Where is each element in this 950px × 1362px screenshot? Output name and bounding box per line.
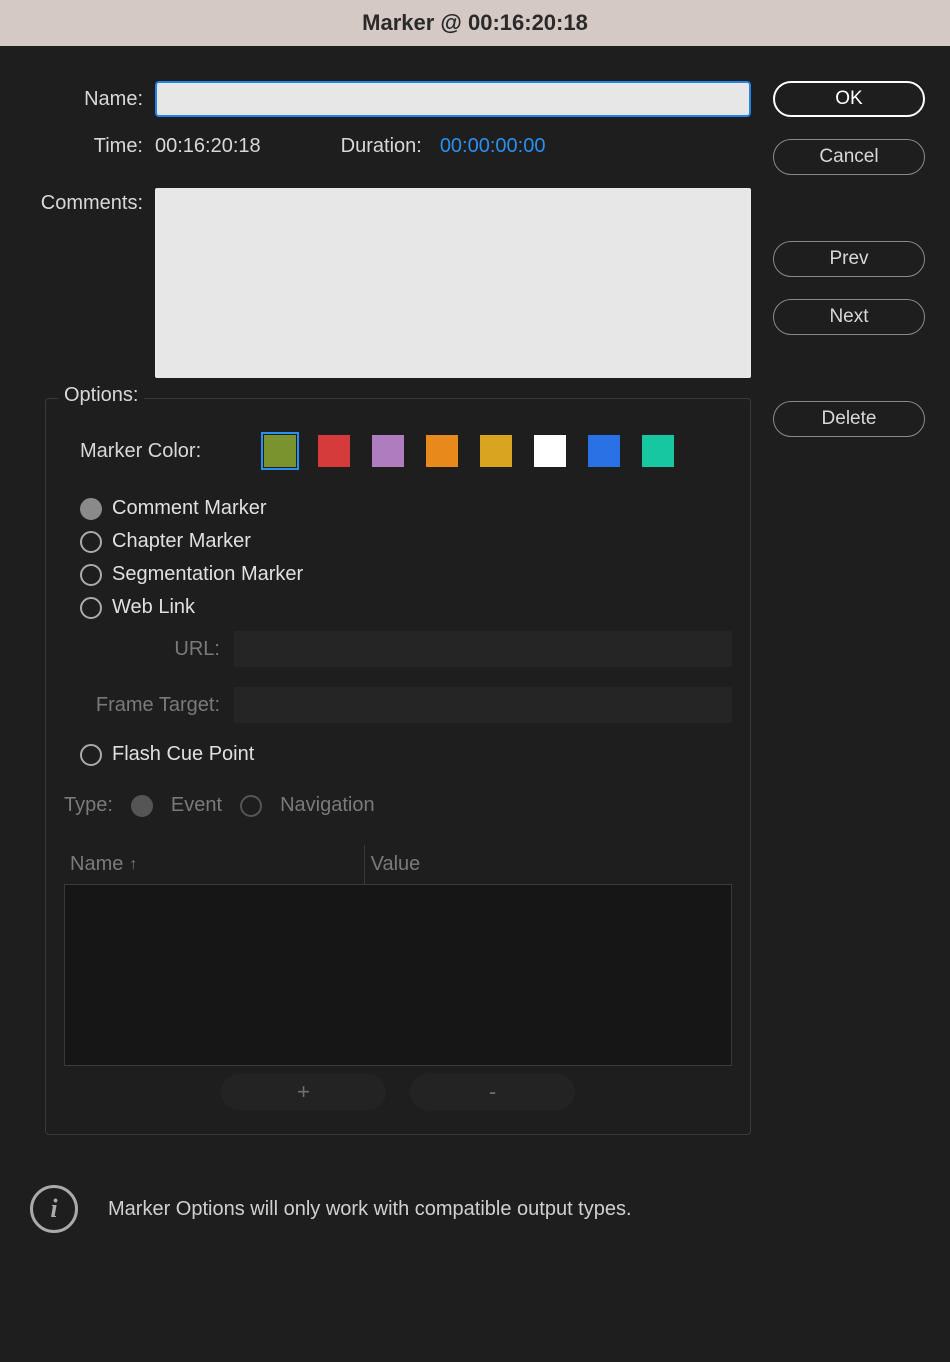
dialog-title: Marker @ 00:16:20:18 <box>0 0 950 46</box>
radio-unselected-icon <box>240 795 262 817</box>
radio-unselected-icon <box>80 597 102 619</box>
next-button[interactable]: Next <box>773 299 925 335</box>
info-text: Marker Options will only work with compa… <box>108 1198 632 1221</box>
comments-label: Comments: <box>25 188 155 215</box>
radio-navigation[interactable]: Navigation <box>240 794 375 817</box>
radio-flash-cue-point[interactable]: Flash Cue Point <box>80 743 732 766</box>
radio-label: Chapter Marker <box>112 530 251 553</box>
color-swatch-white[interactable] <box>534 435 566 467</box>
color-swatch-olive[interactable] <box>264 435 296 467</box>
table-header-label: Name <box>70 853 123 876</box>
radio-web-link[interactable]: Web Link <box>80 596 732 619</box>
url-label: URL: <box>64 638 234 661</box>
radio-label: Event <box>171 794 222 817</box>
table-header-name[interactable]: Name ↑ <box>64 845 365 884</box>
name-input[interactable] <box>155 81 751 117</box>
info-icon: i <box>30 1185 78 1233</box>
url-input[interactable] <box>234 631 732 667</box>
color-swatches <box>264 435 674 467</box>
color-swatch-teal[interactable] <box>642 435 674 467</box>
options-legend: Options: <box>58 384 144 407</box>
remove-row-button[interactable]: - <box>410 1074 575 1110</box>
time-label: Time: <box>25 135 155 158</box>
radio-label: Comment Marker <box>112 497 266 520</box>
radio-comment-marker[interactable]: Comment Marker <box>80 497 732 520</box>
table-header-value[interactable]: Value <box>365 845 732 884</box>
color-swatch-blue[interactable] <box>588 435 620 467</box>
radio-selected-icon <box>131 795 153 817</box>
radio-unselected-icon <box>80 531 102 553</box>
marker-color-label: Marker Color: <box>64 440 264 463</box>
radio-event[interactable]: Event <box>131 794 222 817</box>
sort-asc-icon: ↑ <box>129 856 137 874</box>
radio-label: Navigation <box>280 794 375 817</box>
type-label: Type: <box>64 794 113 817</box>
radio-label: Segmentation Marker <box>112 563 303 586</box>
ok-button[interactable]: OK <box>773 81 925 117</box>
delete-button[interactable]: Delete <box>773 401 925 437</box>
radio-chapter-marker[interactable]: Chapter Marker <box>80 530 732 553</box>
comments-textarea[interactable] <box>155 188 751 378</box>
radio-label: Web Link <box>112 596 195 619</box>
cancel-button[interactable]: Cancel <box>773 139 925 175</box>
radio-unselected-icon <box>80 744 102 766</box>
color-swatch-orange[interactable] <box>426 435 458 467</box>
radio-label: Flash Cue Point <box>112 743 254 766</box>
duration-value[interactable]: 00:00:00:00 <box>440 135 546 158</box>
frame-target-label: Frame Target: <box>64 694 234 717</box>
add-row-button[interactable]: + <box>221 1074 386 1110</box>
radio-unselected-icon <box>80 564 102 586</box>
color-swatch-gold[interactable] <box>480 435 512 467</box>
cue-params-table-body[interactable] <box>65 885 731 1065</box>
time-value[interactable]: 00:16:20:18 <box>155 135 261 158</box>
name-label: Name: <box>25 88 155 111</box>
radio-segmentation-marker[interactable]: Segmentation Marker <box>80 563 732 586</box>
duration-label: Duration: <box>341 135 422 158</box>
frame-target-input[interactable] <box>234 687 732 723</box>
color-swatch-purple[interactable] <box>372 435 404 467</box>
options-fieldset: Options: Marker Color: Comment Marker Ch… <box>45 398 751 1135</box>
radio-selected-icon <box>80 498 102 520</box>
color-swatch-red[interactable] <box>318 435 350 467</box>
prev-button[interactable]: Prev <box>773 241 925 277</box>
